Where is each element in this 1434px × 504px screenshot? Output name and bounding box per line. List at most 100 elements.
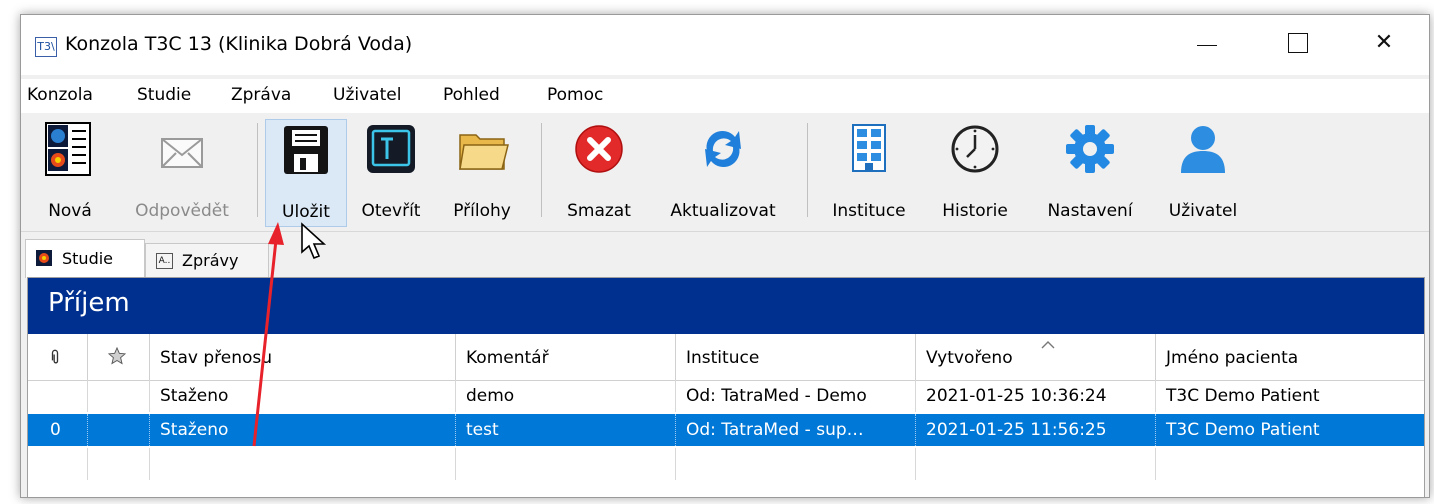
column-attachment[interactable] (28, 334, 88, 380)
cell-comment: demo (456, 380, 676, 412)
cell-attachment (28, 380, 88, 412)
column-created-label: Vytvořeno (926, 348, 1013, 368)
refresh-icon (705, 130, 741, 168)
column-institution[interactable]: Instituce (676, 334, 916, 380)
panel-title: Příjem (48, 288, 130, 318)
cell-status: Staženo (150, 380, 456, 412)
open-label: Otevřít (361, 201, 421, 221)
study-tab-icon (36, 250, 52, 266)
maximize-button[interactable] (1251, 15, 1341, 71)
user-icon (1181, 126, 1225, 173)
settings-button[interactable]: Nastavení (1031, 119, 1149, 225)
gear-icon (1066, 125, 1114, 173)
window-title: Konzola T3C 13 (Klinika Dobrá Voda) (65, 33, 413, 55)
cell-star (88, 414, 150, 446)
refresh-label: Aktualizovat (670, 201, 776, 221)
minimize-icon (1197, 45, 1217, 46)
column-created[interactable]: Vytvořeno (916, 334, 1156, 380)
save-label: Uložit (282, 202, 330, 222)
folder-icon (459, 134, 509, 170)
cell-institution: Od: TatraMed - Demo (676, 380, 916, 412)
menu-studie[interactable]: Studie (137, 85, 191, 105)
cell-attachment: 0 (28, 414, 88, 446)
new-study-icon (45, 122, 91, 176)
terminal-open-icon (367, 125, 415, 173)
cell-empty (676, 448, 916, 480)
new-button[interactable]: Nová (37, 119, 103, 225)
paperclip-icon (51, 349, 59, 364)
menu-pohled[interactable]: Pohled (443, 85, 500, 105)
table-row[interactable]: Staženo demo Od: TatraMed - Demo 2021-01… (28, 380, 1424, 412)
minimize-button[interactable] (1161, 15, 1251, 71)
open-button[interactable]: Otevřít (351, 119, 431, 225)
grid-header: Stav přenosu Komentář Instituce Vytvořen… (28, 334, 1424, 381)
cell-empty (150, 448, 456, 480)
maximize-icon (1288, 33, 1308, 53)
settings-label: Nastavení (1047, 201, 1133, 221)
cell-patient: T3C Demo Patient (1166, 420, 1320, 440)
reply-envelope-icon (161, 138, 203, 168)
save-button[interactable]: Uložit (265, 119, 347, 227)
panel-banner: Příjem (28, 278, 1424, 334)
cell-empty (88, 448, 150, 480)
toolbar-separator (541, 123, 542, 217)
history-label: Historie (942, 201, 1008, 221)
menu-pomoc[interactable]: Pomoc (547, 85, 603, 105)
tab-zpravy-label: Zprávy (182, 251, 239, 270)
mouse-cursor-icon (301, 222, 327, 260)
table-row-empty (28, 448, 1424, 480)
report-tab-icon: A.. (156, 253, 173, 269)
table-row[interactable]: 0 Staženo test Od: TatraMed - sup… 2021-… (28, 414, 1424, 446)
close-icon: ✕ (1374, 30, 1394, 55)
close-button[interactable]: ✕ (1339, 15, 1429, 71)
column-comment[interactable]: Komentář (456, 334, 676, 380)
delete-button[interactable]: Smazat (547, 119, 651, 225)
attachments-label: Přílohy (453, 201, 511, 221)
building-icon (852, 124, 886, 172)
attachments-button[interactable]: Přílohy (437, 119, 527, 225)
menu-zprava[interactable]: Zpráva (231, 85, 291, 105)
cell-institution: Od: TatraMed - sup… (676, 414, 916, 446)
menu-bar: Konzola Studie Zpráva Uživatel Pohled Po… (21, 79, 1429, 113)
clock-icon (951, 125, 999, 173)
app-icon: T3\ (35, 37, 57, 57)
cell-empty (28, 448, 88, 480)
institutions-label: Instituce (832, 201, 906, 221)
cell-status: Staženo (150, 414, 456, 446)
title-bar: T3\ Konzola T3C 13 (Klinika Dobrá Voda) … (21, 15, 1429, 75)
reply-label: Odpovědět (135, 201, 229, 221)
toolbar-separator (257, 123, 258, 217)
study-list-panel: Příjem Stav přenosu Komentář Instituce V… (27, 277, 1425, 497)
history-button[interactable]: Historie (927, 119, 1023, 225)
toolbar: Nová Odpovědět Uložit Otevřít Přílohy Sm… (21, 113, 1429, 232)
sort-ascending-icon (1041, 341, 1055, 349)
user-label: Uživatel (1168, 201, 1238, 221)
new-label: Nová (48, 201, 92, 221)
cell-created: 2021-01-25 10:36:24 (916, 380, 1156, 412)
cell-created: 2021-01-25 11:56:25 (916, 414, 1156, 446)
star-icon (107, 346, 127, 365)
cell-comment: test (456, 414, 676, 446)
refresh-button[interactable]: Aktualizovat (653, 119, 793, 225)
column-star[interactable] (88, 334, 150, 380)
column-patient[interactable]: Jméno pacienta (1156, 334, 1424, 380)
delete-label: Smazat (567, 201, 631, 221)
app-window: T3\ Konzola T3C 13 (Klinika Dobrá Voda) … (20, 14, 1430, 498)
column-status[interactable]: Stav přenosu (150, 334, 456, 380)
cell-star (88, 380, 150, 412)
tab-zpravy[interactable]: A.. Zprávy (145, 243, 269, 278)
user-button[interactable]: Uživatel (1155, 119, 1251, 225)
toolbar-separator (807, 123, 808, 217)
tab-studie-label: Studie (62, 249, 114, 268)
cell-empty (456, 448, 676, 480)
menu-uzivatel[interactable]: Uživatel (333, 85, 401, 105)
tab-studie[interactable]: Studie (25, 239, 145, 278)
menu-konzola[interactable]: Konzola (27, 85, 93, 105)
cell-patient: T3C Demo Patient (1166, 386, 1320, 406)
institutions-button[interactable]: Instituce (817, 119, 921, 225)
reply-button: Odpovědět (119, 119, 245, 225)
floppy-disk-icon (284, 126, 328, 174)
delete-x-icon (575, 125, 623, 173)
view-tabs: Studie A.. Zprávy (21, 239, 1429, 279)
cell-empty (916, 448, 1156, 480)
